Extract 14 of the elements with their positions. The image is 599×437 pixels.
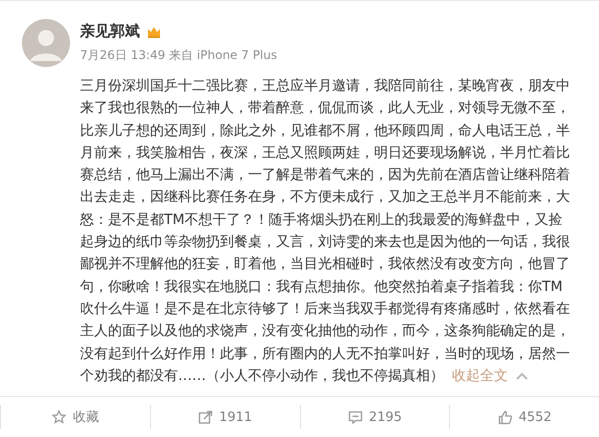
like-button[interactable]: 4552 (498, 410, 552, 424)
comment-icon (348, 410, 363, 424)
collapse-link[interactable]: 收起全文 (452, 368, 528, 384)
comment-button[interactable]: 2195 (348, 410, 402, 424)
favorite-button[interactable]: 收藏 (52, 408, 99, 426)
avatar[interactable] (22, 19, 70, 67)
user-name[interactable]: 亲见郭斌 (80, 22, 140, 41)
star-icon (52, 410, 67, 424)
caret-up-icon (516, 372, 528, 380)
post-time: 7月26日 13:49 来自 iPhone 7 Plus (80, 47, 278, 64)
repost-button[interactable]: 1911 (198, 410, 252, 424)
thumbs-up-icon (498, 410, 513, 424)
share-icon (198, 410, 214, 424)
post-text: 三月份深圳国乒十二强比赛，王总应半月邀请，我陪同前往，某晚宵夜，朋友中来了我也很熟的一位神人，带着醉意，侃侃而谈，此人无业，对领导无微不至，比亲儿子想的还周到，除此之外，见谁都不屑，他环顾四周，命人电话王总，半月前来，我笑脸相告，夜深，王总又照顾两娃，明日还要现场解说，半月忙着比赛总结，他马上漏出不满，一了解是带着气来的，因为先前在酒店曾让继科陪着出去走走，因继科比赛任务在身，不方便未成行，又加之王总半月不能前来，大怒：是不是都TM不想干了？！随手将烟头扔在刚上的我最爱的海鲜盘中，又捡起身边的纸巾等杂物扔到餐桌，又言，刘诗雯的来去也是因为他的一句话，我很鄙视并不理解他的狂妄，盯着他，当目光相碰时，我依然没有改变方向，他冒了句，你瞅啥！我很实在地脱口：我有点想抽你。他突然拍着桌子指着我：你TM吹什么牛逼！是不是在北京待够了！后来当我双手都觉得有疼痛感时，依然看在主人的面子以及他的求饶声，没有变化抽他的动作，而今，这条狗能确定的是，没有起到什么好作用！此事，所有圈内的人无不拍掌叫好，当时的现场，居然一个劝我的都没有……（小人不停小动作，我也不停揭真相） 收起全文 (80, 77, 571, 386)
